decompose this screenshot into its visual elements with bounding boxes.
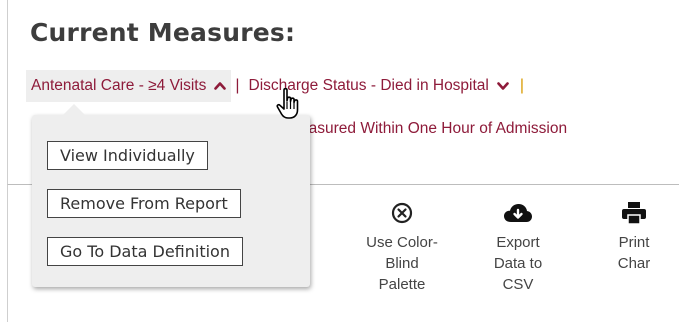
tool-label-line: Use Color- xyxy=(366,234,438,251)
circle-x-icon xyxy=(391,202,413,224)
tool-label-line: CSV xyxy=(502,276,534,293)
section-title: Current Measures: xyxy=(30,18,296,47)
color-blind-palette-button[interactable]: Use Color- Blind Palette xyxy=(357,198,447,295)
tool-label-line: Data to xyxy=(493,255,543,272)
remove-from-report-button[interactable]: Remove From Report xyxy=(47,189,241,218)
view-individually-button[interactable]: View Individually xyxy=(47,141,208,170)
tool-label-line: Palette xyxy=(378,276,426,293)
export-csv-button[interactable]: Export Data to CSV xyxy=(473,198,563,295)
printer-icon xyxy=(622,202,646,225)
cloud-download-icon xyxy=(504,204,532,222)
separator: | xyxy=(519,77,525,94)
separator: | xyxy=(235,77,240,94)
measure-item-antenatal-care[interactable]: Antenatal Care - ≥4 Visits xyxy=(26,70,232,102)
print-chart-button[interactable]: Print Char xyxy=(589,198,679,274)
go-to-data-definition-button[interactable]: Go To Data Definition xyxy=(47,237,243,266)
tool-label-line: Char xyxy=(617,255,651,272)
chevron-up-icon[interactable] xyxy=(214,80,227,92)
measure-label: Antenatal Care - ≥4 Visits xyxy=(31,77,207,94)
tool-label-line: Blind xyxy=(385,255,419,272)
popup-arrow xyxy=(62,104,86,116)
measure-item-truncated[interactable]: easured Within One Hour of Admission xyxy=(300,120,567,138)
measure-options-popup: View Individually Remove From Report Go … xyxy=(32,104,310,287)
tool-label-line: Export xyxy=(496,234,540,251)
chevron-down-icon[interactable] xyxy=(497,80,509,92)
tool-label-line: Print xyxy=(618,234,650,251)
hand-cursor-icon xyxy=(276,87,299,119)
